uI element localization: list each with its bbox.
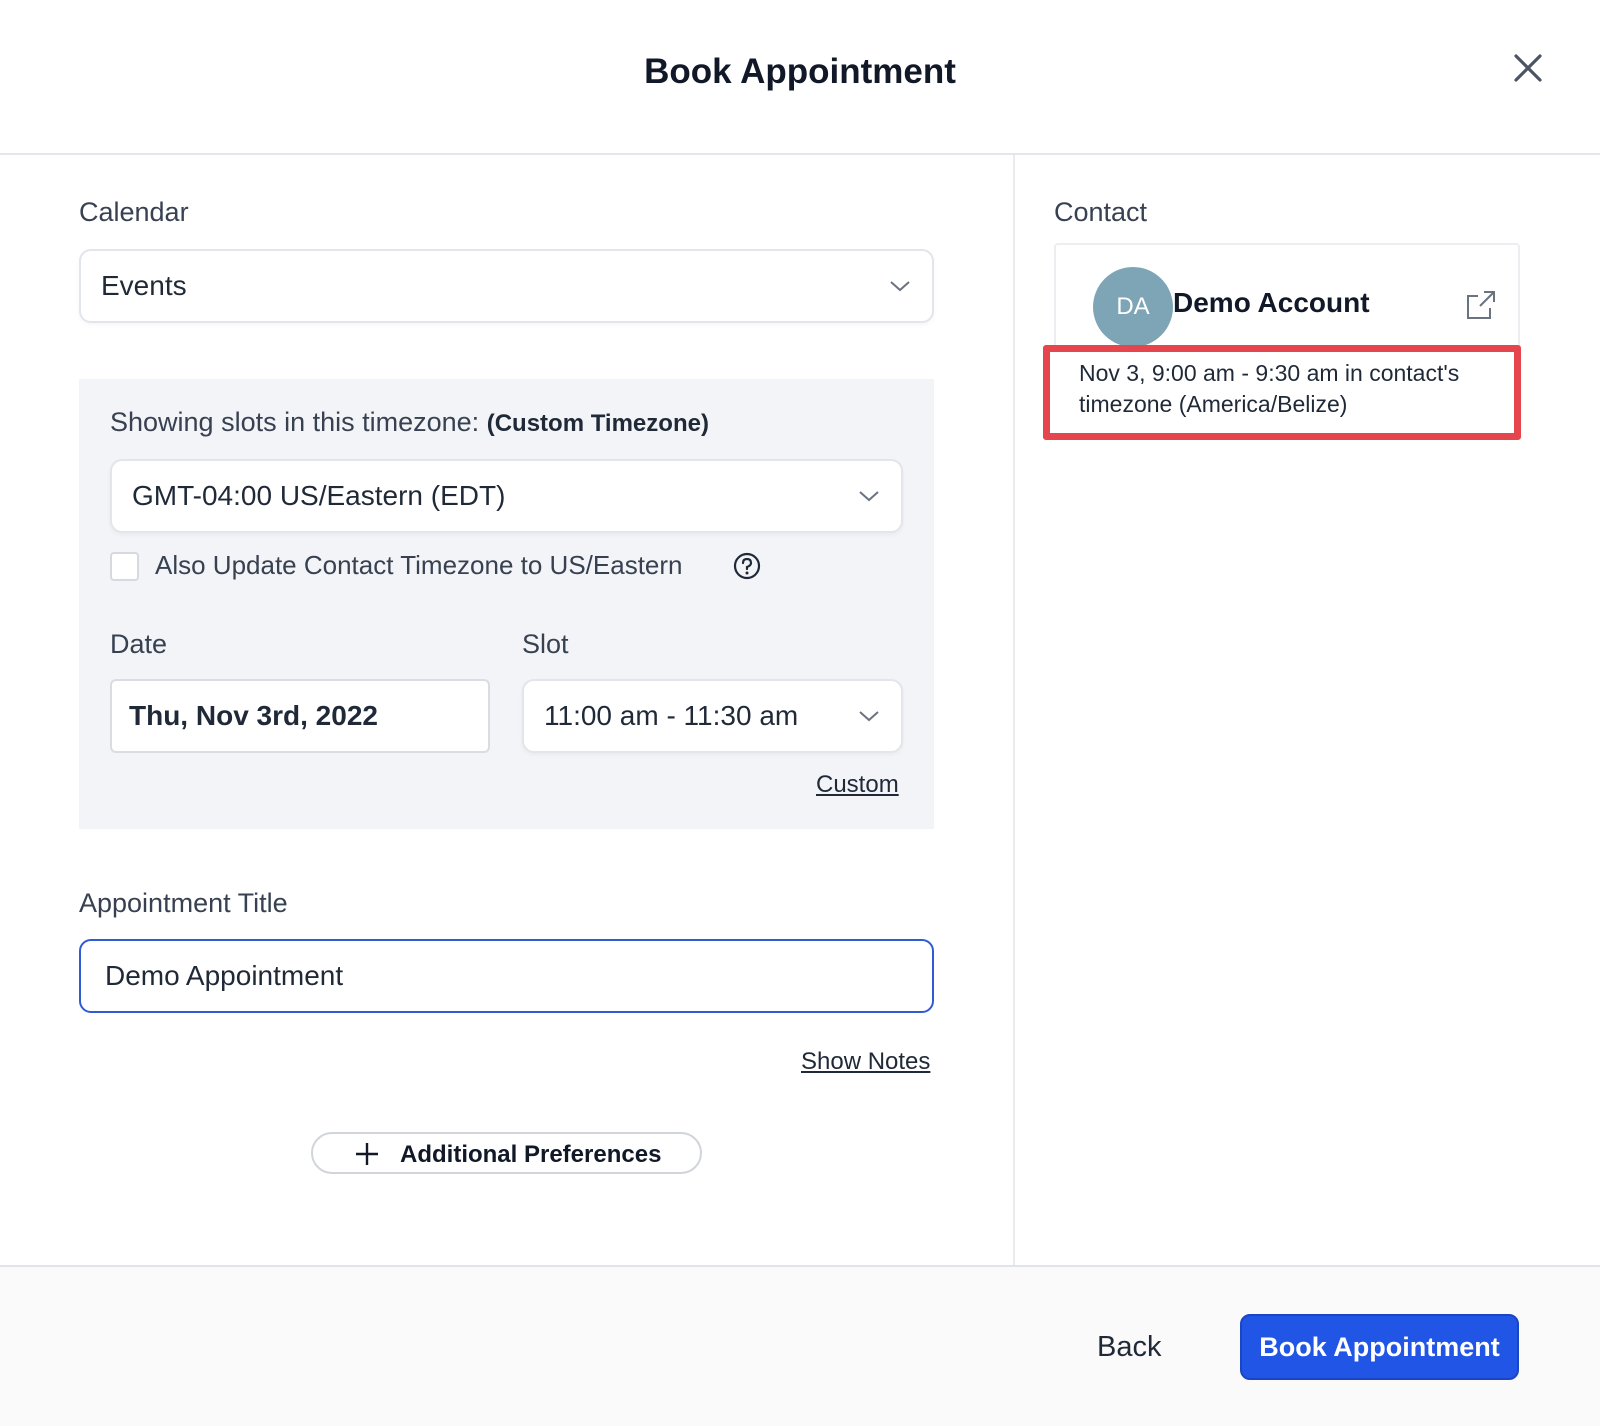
date-picker-input[interactable]: Thu, Nov 3rd, 2022 bbox=[110, 679, 490, 753]
additional-preferences-button[interactable]: Additional Preferences bbox=[311, 1132, 702, 1174]
external-link-icon[interactable] bbox=[1464, 288, 1498, 322]
plus-icon bbox=[356, 1143, 378, 1165]
modal-title: Book Appointment bbox=[644, 52, 956, 91]
update-timezone-checkbox[interactable] bbox=[110, 552, 139, 581]
slot-label: Slot bbox=[522, 629, 569, 659]
contact-section-label: Contact bbox=[1054, 197, 1148, 227]
avatar: DA bbox=[1093, 267, 1173, 347]
additional-preferences-label: Additional Preferences bbox=[400, 1141, 662, 1168]
modal-footer: Back Book Appointment bbox=[0, 1265, 1600, 1426]
calendar-select-value: Events bbox=[101, 270, 187, 301]
appointment-title-input[interactable]: Demo Appointment bbox=[79, 939, 934, 1013]
update-timezone-label: Also Update Contact Timezone to US/Easte… bbox=[155, 550, 683, 580]
close-icon[interactable] bbox=[1508, 48, 1548, 88]
show-notes-link[interactable]: Show Notes bbox=[801, 1048, 930, 1076]
timezone-panel: Showing slots in this timezone: (Custom … bbox=[79, 379, 934, 829]
chevron-down-icon bbox=[859, 491, 879, 502]
booking-form: Calendar Events Showing slots in this ti… bbox=[0, 155, 1013, 1265]
appointment-title-value: Demo Appointment bbox=[105, 960, 344, 991]
chevron-down-icon bbox=[859, 711, 879, 722]
contact-name: Demo Account bbox=[1173, 287, 1370, 318]
calendar-select[interactable]: Events bbox=[79, 249, 934, 323]
date-label: Date bbox=[110, 629, 168, 659]
modal-header: Book Appointment bbox=[0, 0, 1600, 155]
slot-select[interactable]: 11:00 am - 11:30 am bbox=[522, 679, 903, 753]
back-button[interactable]: Back bbox=[1097, 1331, 1161, 1364]
custom-slot-link[interactable]: Custom bbox=[816, 771, 899, 799]
custom-timezone-tag: (Custom Timezone) bbox=[486, 410, 709, 437]
timezone-label: Showing slots in this timezone: (Custom … bbox=[110, 407, 709, 438]
chevron-down-icon bbox=[890, 281, 910, 292]
help-icon[interactable] bbox=[732, 551, 762, 581]
calendar-label: Calendar bbox=[79, 197, 189, 227]
book-appointment-button[interactable]: Book Appointment bbox=[1240, 1314, 1519, 1380]
contact-timezone-highlight: Nov 3, 9:00 am - 9:30 am in contact's ti… bbox=[1043, 345, 1521, 440]
timezone-select[interactable]: GMT-04:00 US/Eastern (EDT) bbox=[110, 459, 903, 533]
contact-slot-info: Nov 3, 9:00 am - 9:30 am in contact's ti… bbox=[1079, 360, 1460, 417]
slot-select-value: 11:00 am - 11:30 am bbox=[544, 700, 799, 731]
timezone-label-text: Showing slots in this timezone: bbox=[110, 407, 480, 437]
timezone-select-value: GMT-04:00 US/Eastern (EDT) bbox=[132, 480, 506, 511]
appointment-title-label: Appointment Title bbox=[79, 888, 288, 918]
contact-panel: Contact DA Demo Account Nov 3, 9:00 am -… bbox=[1015, 155, 1600, 1265]
date-value: Thu, Nov 3rd, 2022 bbox=[129, 700, 378, 731]
